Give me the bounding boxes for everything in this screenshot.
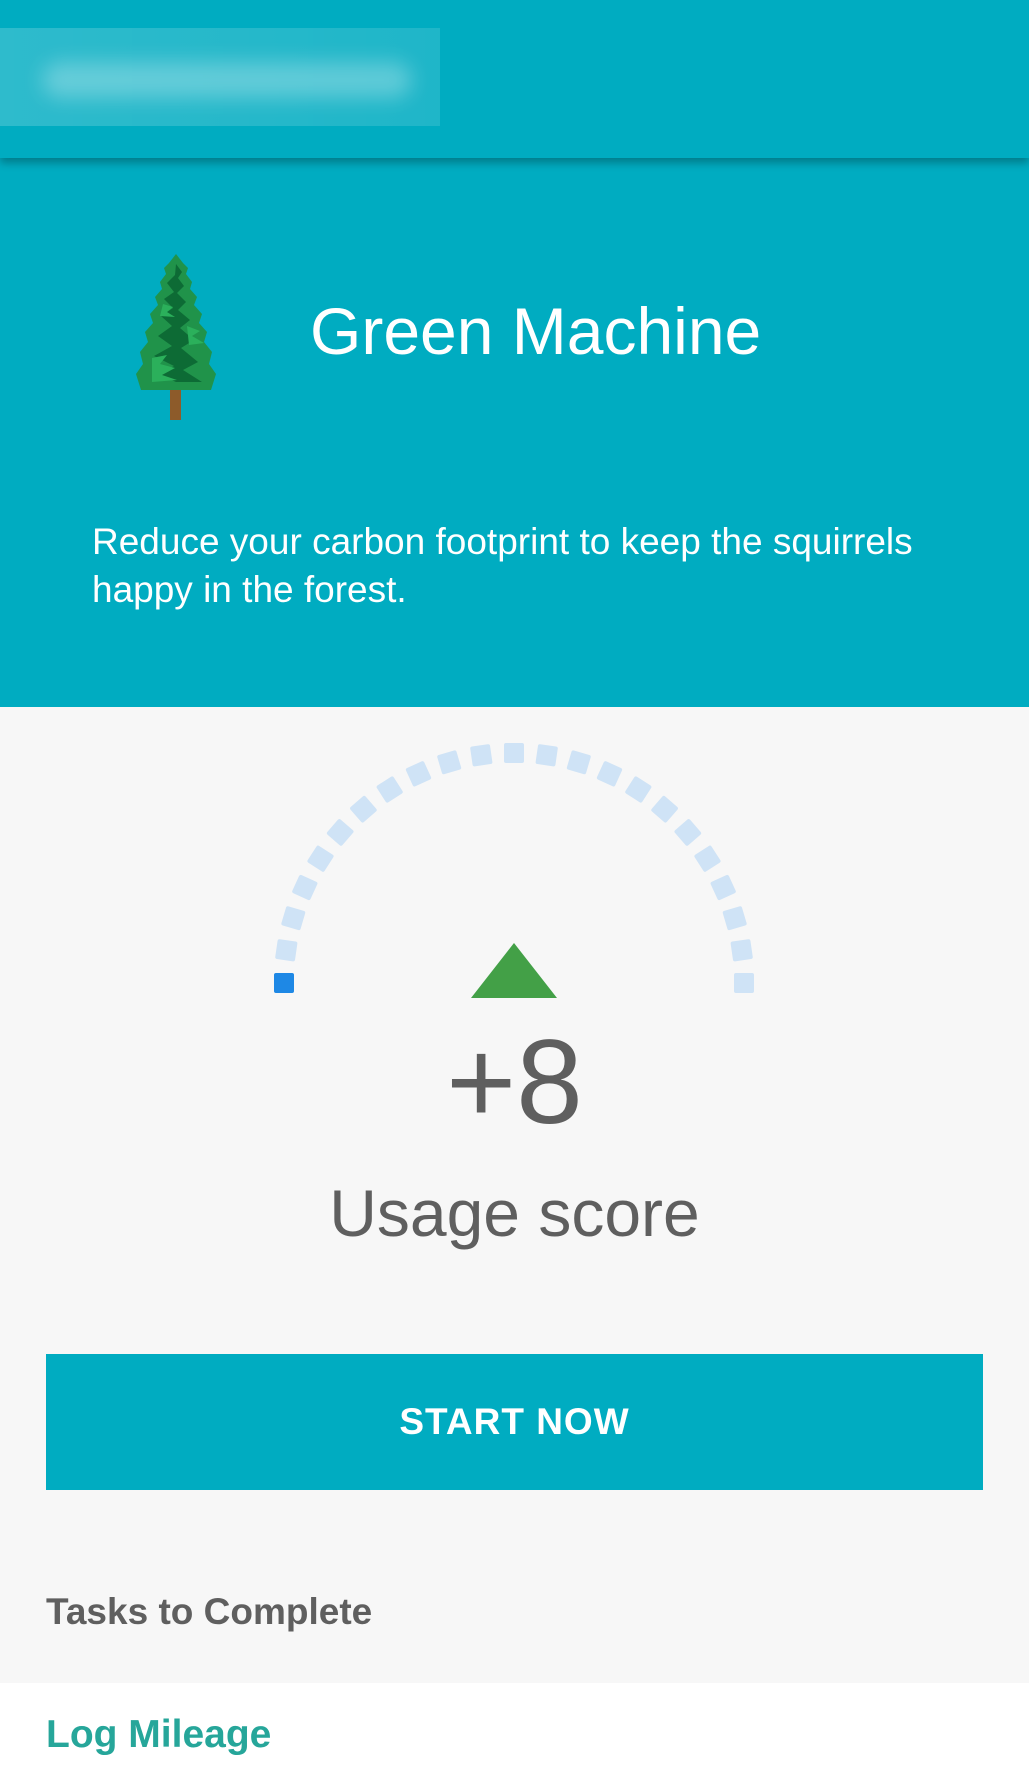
blurred-title-text: [42, 62, 412, 98]
gauge-tick: [651, 795, 678, 823]
gauge-tick: [470, 744, 493, 767]
gauge-tick: [674, 819, 702, 846]
gauge-tick: [710, 874, 736, 901]
gauge-tick: [405, 761, 432, 787]
pine-tree-icon: [136, 254, 216, 420]
challenge-description: Reduce your carbon footprint to keep the…: [92, 521, 913, 610]
trend-up-icon: [471, 943, 557, 998]
gauge-tick: [722, 906, 747, 931]
usage-gauge: [274, 743, 754, 998]
gauge-tick: [566, 750, 591, 775]
gauge-tick: [694, 845, 721, 872]
usage-score-value: +8: [446, 1015, 583, 1149]
app-toolbar: [0, 0, 1029, 158]
gauge-tick: [326, 819, 354, 846]
gauge-tick: [730, 939, 753, 962]
gauge-tick: [307, 845, 334, 872]
gauge-tick: [625, 776, 652, 803]
tasks-section-title: Tasks to Complete: [46, 1591, 373, 1632]
gauge-tick: [596, 761, 623, 787]
usage-score-label: Usage score: [329, 1176, 700, 1250]
gauge-tick: [504, 743, 524, 763]
task-item-log-mileage[interactable]: Log Mileage: [0, 1683, 1029, 1780]
gauge-tick: [376, 776, 403, 803]
gauge-tick: [292, 874, 318, 901]
gauge-tick: [734, 973, 754, 993]
gauge-tick: [281, 906, 306, 931]
gauge-tick: [275, 939, 298, 962]
hero-banner: Green Machine Reduce your carbon footpri…: [0, 158, 1029, 707]
gauge-tick: [437, 750, 462, 775]
task-label: Log Mileage: [46, 1713, 272, 1756]
start-now-button[interactable]: START NOW: [46, 1354, 983, 1490]
challenge-title: Green Machine: [310, 294, 762, 368]
blurred-toolbar-title: [0, 28, 440, 126]
gauge-tick: [350, 795, 377, 823]
gauge-tick-active: [274, 973, 294, 993]
gauge-tick: [535, 744, 558, 767]
